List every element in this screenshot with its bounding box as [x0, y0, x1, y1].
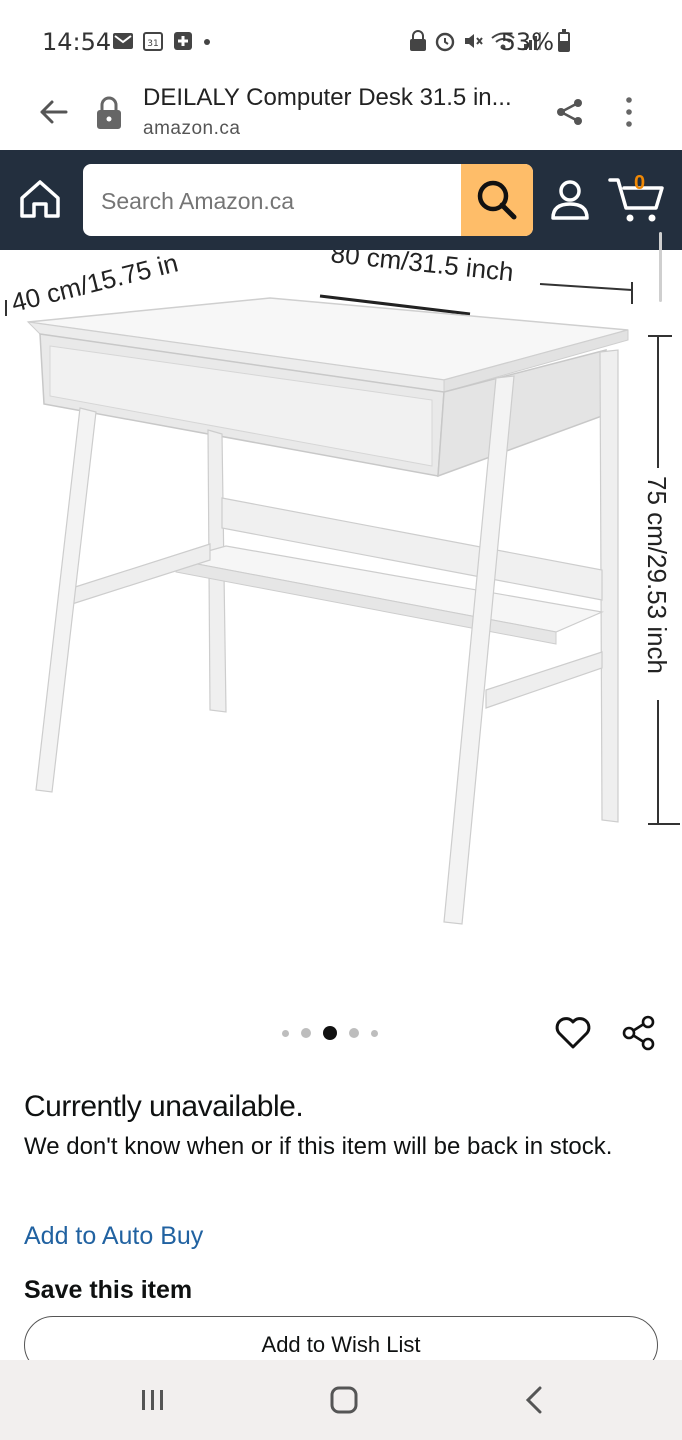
width-label: 80 cm/31.5 inch: [329, 250, 515, 287]
home-button-icon[interactable]: [330, 1386, 358, 1414]
availability-message: We don't know when or if this item will …: [24, 1133, 613, 1160]
search-input[interactable]: [99, 164, 453, 236]
battery-percent: 53%: [500, 28, 554, 56]
back-arrow-icon[interactable]: [36, 94, 72, 130]
search-icon: [477, 180, 517, 220]
battery-icon: [558, 29, 570, 52]
more-options-icon[interactable]: [618, 94, 640, 130]
carousel-dot[interactable]: [301, 1028, 311, 1038]
dot-icon: [204, 39, 210, 45]
recent-apps-icon[interactable]: [140, 1388, 166, 1412]
amazon-header: 0: [0, 150, 682, 250]
status-bar: 14:54 31 53%: [0, 0, 682, 84]
height-label: 75 cm/29.53 inch: [642, 476, 672, 674]
svg-text:31: 31: [147, 39, 158, 49]
page-domain[interactable]: amazon.ca: [143, 118, 240, 140]
carousel-dot-active[interactable]: [323, 1026, 337, 1040]
calendar-icon: 31: [143, 32, 163, 51]
product-image[interactable]: 40 cm/15.75 in 80 cm/31.5 inch 75 cm/29.…: [0, 250, 682, 990]
mute-icon: [465, 34, 483, 48]
back-button-icon[interactable]: [524, 1386, 544, 1414]
search-button[interactable]: [461, 164, 533, 236]
carousel-dot[interactable]: [282, 1029, 289, 1037]
desk-illustration: 40 cm/15.75 in 80 cm/31.5 inch 75 cm/29.…: [5, 250, 680, 925]
page-title[interactable]: DEILALY Computer Desk 31.5 in...: [143, 84, 512, 112]
system-nav-bar: [0, 1360, 682, 1440]
mail-icon: [113, 33, 133, 49]
carousel-dot[interactable]: [349, 1028, 359, 1038]
health-icon: [174, 32, 192, 50]
browser-address-bar: DEILALY Computer Desk 31.5 in... amazon.…: [0, 84, 682, 150]
alarm-icon: [435, 32, 455, 52]
status-time: 14:54: [42, 28, 112, 56]
share-icon[interactable]: [620, 1014, 658, 1052]
depth-label: 40 cm/15.75 in: [8, 250, 181, 318]
scroll-indicator[interactable]: [659, 232, 662, 302]
availability-title: Currently unavailable.: [24, 1090, 304, 1123]
save-item-heading: Save this item: [24, 1276, 193, 1304]
add-to-auto-buy-link[interactable]: Add to Auto Buy: [24, 1222, 203, 1251]
lock-icon: [410, 30, 426, 51]
home-icon[interactable]: [18, 178, 62, 220]
heart-icon[interactable]: [554, 1014, 592, 1052]
search-box: [83, 164, 533, 236]
account-icon[interactable]: [548, 178, 592, 222]
cart-count: 0: [634, 172, 646, 194]
share-icon[interactable]: [554, 96, 586, 128]
carousel-dot[interactable]: [371, 1029, 378, 1037]
image-carousel-dots[interactable]: [282, 1026, 378, 1040]
notification-icons: 31: [112, 30, 212, 52]
secure-lock-icon[interactable]: [96, 96, 122, 130]
